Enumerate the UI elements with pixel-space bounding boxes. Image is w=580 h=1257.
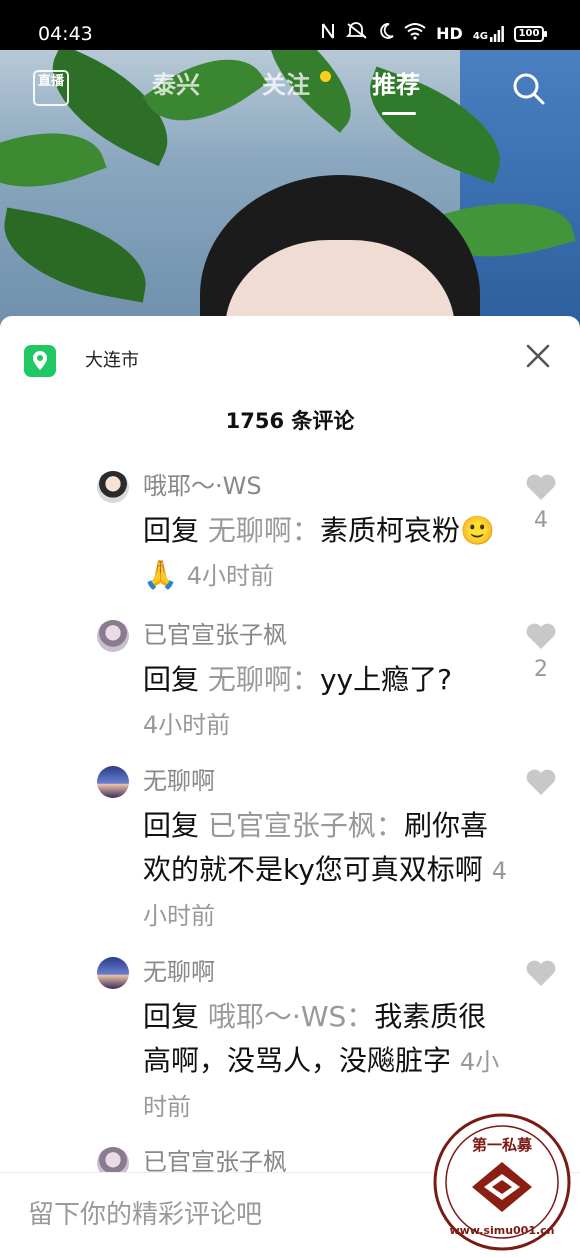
avatar[interactable] [97, 957, 129, 989]
heart-icon[interactable] [525, 959, 557, 987]
comment-time: 4小时前 [143, 711, 231, 739]
plant-leaf [0, 207, 155, 303]
tab-city[interactable]: 泰兴 [152, 70, 200, 100]
comment-input[interactable] [28, 1193, 428, 1237]
hd-label: HD [436, 24, 463, 43]
comment-username[interactable]: 无聊啊 [143, 766, 215, 796]
comment-text: yy上瘾了? [319, 663, 452, 696]
tab-recommend[interactable]: 推荐 [372, 70, 420, 100]
top-nav: 直播 泰兴 关注 推荐 [0, 58, 580, 118]
comment-username[interactable]: 无聊啊 [143, 957, 215, 987]
reply-target[interactable]: 哦耶～·WS： [208, 1000, 374, 1033]
watermark-bottom-text: www.simu001.cn [449, 1224, 554, 1237]
signal-icon: 4G [473, 26, 504, 42]
search-icon[interactable] [512, 72, 546, 106]
comment-count: 1756 条评论 [225, 409, 355, 433]
avatar[interactable] [97, 471, 129, 503]
status-time: 04:43 [38, 23, 93, 45]
location-name[interactable]: 大连市 [85, 349, 139, 373]
heart-icon[interactable] [525, 768, 557, 796]
heart-icon[interactable] [525, 473, 557, 501]
live-icon[interactable]: 直播 [33, 70, 69, 106]
moon-icon [378, 22, 394, 47]
like-count: 4 [534, 508, 548, 533]
reply-prefix: 回复 [143, 514, 200, 547]
notification-dot [320, 71, 331, 82]
active-tab-indicator [382, 112, 416, 115]
status-icons: HD 4G 100 [320, 21, 547, 47]
status-bar: 04:43 HD 4G 100 [0, 0, 580, 50]
comment-body: 回复 无聊啊：yy上瘾了? 4小时前 [143, 658, 513, 747]
mute-icon [345, 21, 368, 47]
avatar[interactable] [97, 620, 129, 652]
comment-username[interactable]: 哦耶～·WS [143, 471, 262, 501]
watermark-top-text: 第一私募 [472, 1136, 533, 1154]
signal-label: 4G [472, 31, 488, 42]
wifi-icon [404, 22, 426, 47]
comment-body: 回复 哦耶～·WS：我素质很高啊，没骂人，没飚脏字 4小时前 [143, 995, 513, 1129]
comment-text: 素质柯哀粉 [319, 514, 460, 547]
battery-icon: 100 [514, 26, 547, 42]
comment-body: 回复 已官宣张子枫：刷你喜欢的就不是ky您可真双标啊 4小时前 [143, 804, 513, 938]
nfc-icon [320, 22, 336, 47]
location-pin-icon [24, 345, 56, 377]
reply-target[interactable]: 无聊啊： [208, 663, 320, 696]
tab-follow[interactable]: 关注 [262, 70, 310, 100]
comment-time: 4小时前 [186, 562, 275, 590]
heart-icon[interactable] [525, 622, 557, 650]
reply-prefix: 回复 [143, 1000, 200, 1033]
close-icon[interactable] [524, 342, 552, 370]
comment-username[interactable]: 已官宣张子枫 [143, 620, 287, 650]
watermark-seal: 第一私募 www.simu001.cn [432, 1112, 572, 1252]
comment-body: 回复 无聊啊：素质柯哀粉🙂🙏 4小时前 [143, 509, 513, 598]
reply-prefix: 回复 [143, 663, 200, 696]
like-count: 2 [534, 657, 548, 682]
reply-target[interactable]: 无聊啊： [208, 514, 320, 547]
avatar[interactable] [97, 766, 129, 798]
reply-prefix: 回复 [143, 809, 200, 842]
reply-target[interactable]: 已官宣张子枫： [208, 809, 404, 842]
